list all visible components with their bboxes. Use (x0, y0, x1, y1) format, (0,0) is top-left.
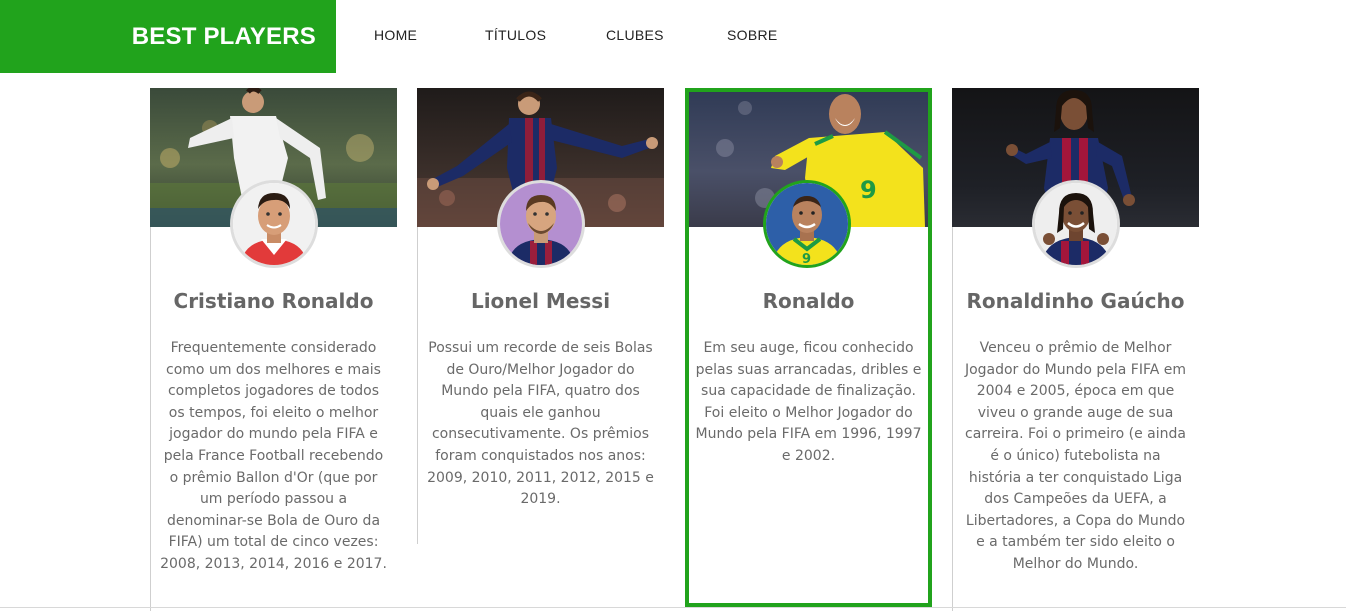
player-description: Frequentemente considerado como um dos m… (160, 340, 387, 572)
card-divider (417, 227, 418, 544)
nav-sobre[interactable]: SOBRE (727, 27, 778, 43)
player-name: Cristiano Ronaldo (173, 289, 374, 313)
ronaldinho-avatar (1032, 180, 1120, 268)
card-divider (150, 227, 151, 611)
player-description: Possui um recorde de seis Bolas de Ouro/… (427, 340, 654, 508)
lionel-messi-avatar (497, 180, 585, 268)
top-navigation-bar: BEST PLAYERS HOME TÍTULOS CLUBES SOBRE (0, 0, 1346, 73)
svg-text:9: 9 (802, 252, 811, 265)
svg-text:9: 9 (860, 176, 877, 204)
cristiano-ronaldo-avatar (230, 180, 318, 268)
nav-clubes[interactable]: CLUBES (606, 27, 664, 43)
player-card-lionel-messi[interactable]: Lionel Messi Possui um recorde de seis B… (417, 88, 664, 544)
player-card-ronaldo[interactable]: 9 9 Ronaldo Em seu auge, ficou conhecido… (685, 88, 932, 607)
player-name: Ronaldo (762, 289, 855, 313)
player-card-ronaldinho-gaucho[interactable]: Ronaldinho Gaúcho Venceu o prêmio de Mel… (952, 88, 1199, 611)
site-logo[interactable]: BEST PLAYERS (0, 0, 336, 73)
player-description: Em seu auge, ficou conhecido pelas suas … (695, 340, 922, 464)
ronaldo-avatar: 9 (763, 180, 851, 268)
player-name: Ronaldinho Gaúcho (966, 289, 1185, 313)
nav-home[interactable]: HOME (374, 27, 417, 43)
player-card-cristiano-ronaldo[interactable]: Cristiano Ronaldo Frequentemente conside… (150, 88, 397, 611)
card-divider (952, 227, 953, 611)
nav-titulos[interactable]: TÍTULOS (485, 27, 546, 43)
player-description: Venceu o prêmio de Melhor Jogador do Mun… (964, 340, 1187, 572)
page-bottom-divider (0, 607, 1346, 608)
player-name: Lionel Messi (470, 289, 611, 313)
